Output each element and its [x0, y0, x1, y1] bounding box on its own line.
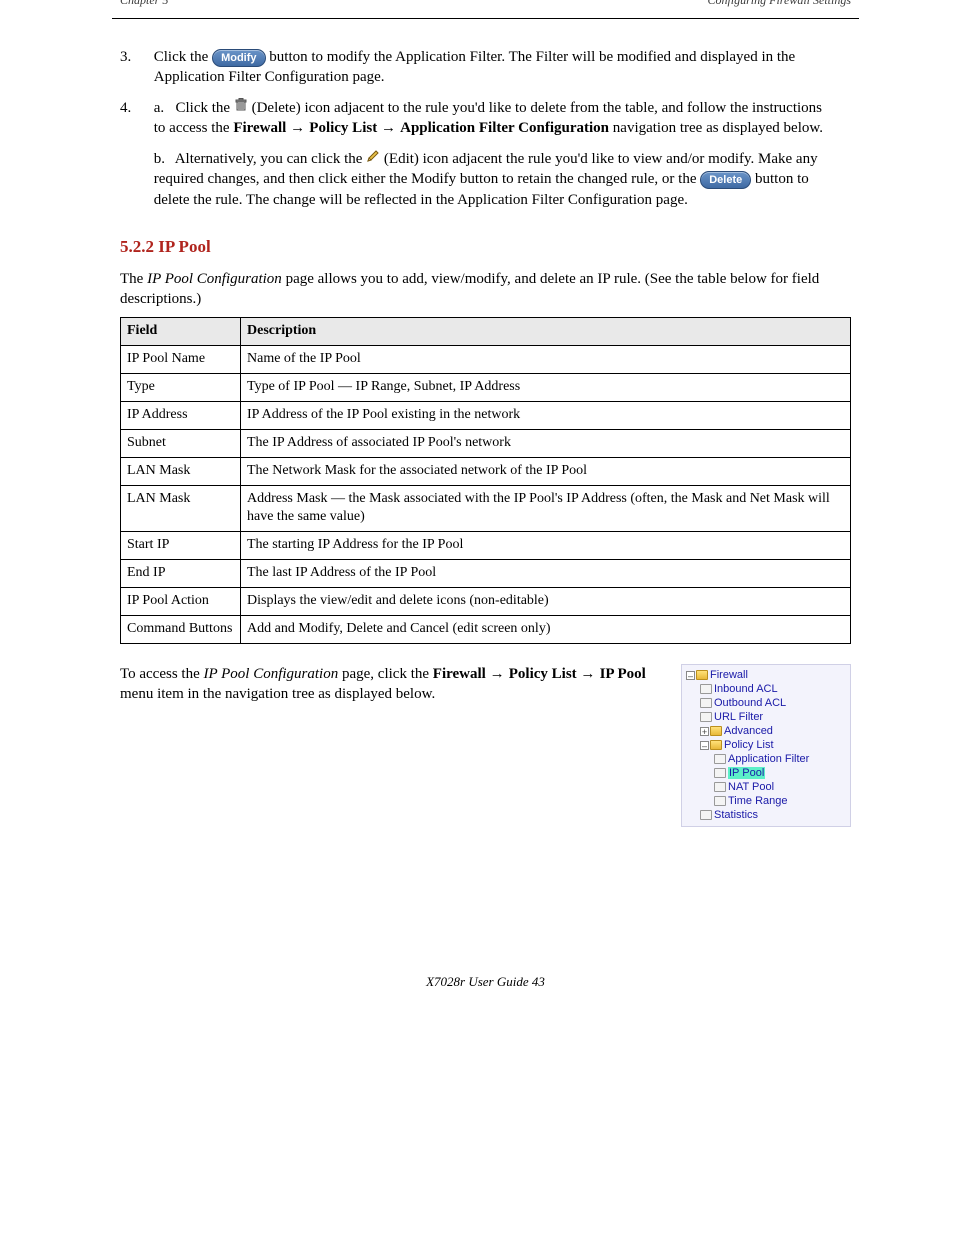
step-4a: 4. a. Click the (Delete) icon adjacent t…: [120, 98, 851, 139]
table-row: IP Pool NameName of the IP Pool: [121, 346, 851, 374]
tree-item-url-filter[interactable]: URL Filter: [686, 710, 848, 724]
table-header-description: Description: [241, 318, 851, 346]
table-row: IP AddressIP Address of the IP Pool exis…: [121, 401, 851, 429]
arrow-icon: →: [490, 665, 509, 682]
breadcrumb-ip-pool: IP Pool: [600, 666, 646, 682]
step-4a-tail: navigation tree as displayed below.: [613, 120, 823, 136]
breadcrumb-firewall: Firewall: [433, 666, 486, 682]
header-left: Chapter 5: [120, 0, 168, 8]
tree-item-application-filter[interactable]: Application Filter: [686, 752, 848, 766]
table-row: LAN MaskThe Network Mask for the associa…: [121, 457, 851, 485]
tree-item-ip-pool[interactable]: IP Pool: [686, 766, 848, 780]
step-4a-pre: Click the: [176, 100, 234, 116]
table-row: IP Pool ActionDisplays the view/edit and…: [121, 588, 851, 616]
arrow-icon: →: [580, 665, 599, 682]
page-footer: X7028r User Guide 43: [120, 973, 851, 991]
tree-item-firewall[interactable]: –Firewall: [686, 668, 848, 682]
arrow-icon: →: [381, 119, 400, 136]
section-heading-ip-pool: 5.2.2 IP Pool: [120, 236, 851, 259]
tree-item-policy-list[interactable]: –Policy List: [686, 738, 848, 752]
header-rule: [112, 18, 859, 19]
step-4a-policylist: Policy List: [309, 120, 377, 136]
step-4-number: 4.: [120, 98, 150, 118]
nav-tree-screenshot: –Firewall Inbound ACL Outbound ACL URL F…: [681, 664, 851, 827]
breadcrumb-policy-list: Policy List: [509, 666, 577, 682]
tree-item-time-range[interactable]: Time Range: [686, 794, 848, 808]
pencil-icon[interactable]: [366, 149, 380, 169]
tree-item-advanced[interactable]: +Advanced: [686, 724, 848, 738]
tree-item-nat-pool[interactable]: NAT Pool: [686, 780, 848, 794]
table-header-field: Field: [121, 318, 241, 346]
step-4b-lead: b.: [154, 149, 172, 169]
step-4a-appfilter: Application Filter Configuration: [400, 120, 609, 136]
arrow-icon: →: [290, 119, 309, 136]
table-row: LAN MaskAddress Mask — the Mask associat…: [121, 485, 851, 532]
trash-icon[interactable]: [234, 98, 248, 118]
step-4b: b. Alternatively, you can click the (Edi…: [120, 149, 851, 210]
ip-pool-fields-table: Field Description IP Pool NameName of th…: [120, 317, 851, 644]
step-4a-lead: a.: [154, 98, 172, 118]
table-row: Start IPThe starting IP Address for the …: [121, 532, 851, 560]
step-3-text-pre: Click the: [154, 49, 212, 65]
table-row: SubnetThe IP Address of associated IP Po…: [121, 429, 851, 457]
table-row: TypeType of IP Pool — IP Range, Subnet, …: [121, 374, 851, 402]
step-4b-pre: Alternatively, you can click the: [175, 151, 366, 167]
header-right: Configuring Firewall Settings: [707, 0, 851, 8]
step-4a-firewall: Firewall: [233, 120, 286, 136]
ip-pool-name-em: IP Pool Configuration: [147, 271, 282, 287]
tree-item-statistics[interactable]: Statistics: [686, 808, 848, 822]
step-3: 3. Click the Modify button to modify the…: [120, 47, 851, 88]
table-row: Command ButtonsAdd and Modify, Delete an…: [121, 616, 851, 644]
modify-button[interactable]: Modify: [212, 49, 265, 67]
tree-item-outbound-acl[interactable]: Outbound ACL: [686, 696, 848, 710]
ip-pool-intro: The IP Pool Configuration page allows yo…: [120, 269, 851, 310]
delete-button[interactable]: Delete: [700, 171, 751, 189]
step-3-number: 3.: [120, 47, 150, 67]
table-row: End IPThe last IP Address of the IP Pool: [121, 560, 851, 588]
tree-item-inbound-acl[interactable]: Inbound ACL: [686, 682, 848, 696]
